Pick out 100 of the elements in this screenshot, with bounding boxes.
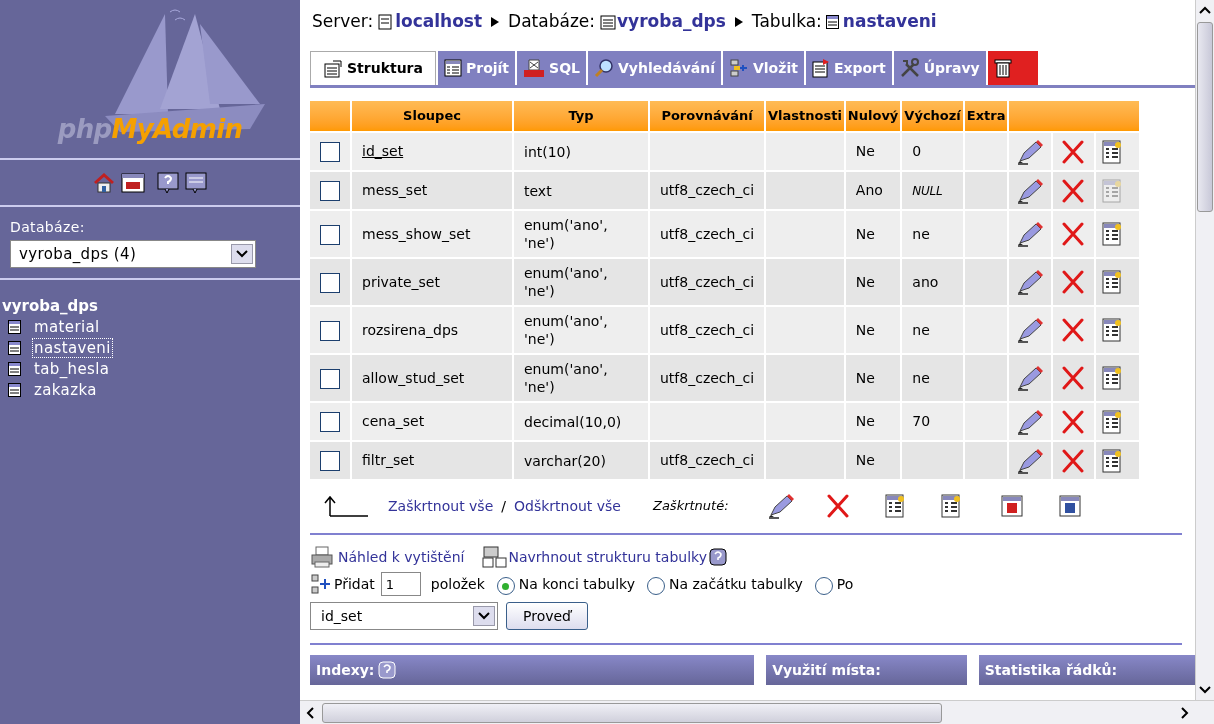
scrollbar-thumb[interactable] bbox=[1197, 22, 1213, 212]
breadcrumb-link[interactable]: nastaveni bbox=[842, 9, 937, 35]
column-header[interactable]: Sloupec bbox=[352, 101, 514, 131]
index-icon[interactable] bbox=[1102, 318, 1123, 342]
row-checkbox[interactable] bbox=[320, 368, 340, 389]
tab[interactable]: Struktura bbox=[310, 51, 436, 85]
index-icon[interactable] bbox=[1102, 139, 1123, 164]
tab[interactable]: Projít bbox=[437, 51, 516, 85]
column-name: allow_stud_set bbox=[362, 369, 465, 386]
table-link[interactable]: nastaveni bbox=[33, 338, 112, 357]
pencil-icon[interactable] bbox=[1016, 408, 1045, 435]
column-header[interactable]: Vlastnosti bbox=[766, 101, 846, 131]
primary-key-icon[interactable] bbox=[884, 494, 905, 518]
column-name: mess_show_set bbox=[362, 225, 471, 242]
column-header[interactable]: Nulový bbox=[845, 101, 903, 131]
column-header[interactable]: Porovnávání bbox=[650, 101, 766, 131]
column-type: text bbox=[524, 181, 553, 200]
fulltext-icon[interactable] bbox=[1058, 495, 1081, 517]
vertical-scrollbar[interactable] bbox=[1195, 0, 1214, 700]
breadcrumb-link[interactable]: localhost bbox=[395, 9, 483, 35]
collation: utf8_czech_ci bbox=[660, 225, 754, 242]
table-link[interactable]: material bbox=[33, 317, 101, 336]
collation: utf8_czech_ci bbox=[660, 273, 754, 290]
tab[interactable]: SQL bbox=[517, 51, 586, 85]
tab[interactable]: Úpravy bbox=[893, 51, 986, 85]
delete-icon[interactable] bbox=[1062, 448, 1085, 473]
delete-icon[interactable] bbox=[1062, 409, 1085, 434]
help-icon[interactable] bbox=[157, 171, 179, 194]
index-icon[interactable] bbox=[940, 494, 961, 518]
radio-label[interactable]: Po bbox=[836, 573, 854, 595]
delete-icon[interactable] bbox=[1062, 139, 1085, 164]
help-icon[interactable] bbox=[709, 548, 727, 566]
column-type: enum('ano', 'ne') bbox=[524, 312, 609, 348]
radio-button[interactable] bbox=[496, 577, 515, 595]
column-type: enum('ano', 'ne') bbox=[524, 264, 609, 300]
row-checkbox[interactable] bbox=[320, 142, 340, 162]
index-icon[interactable] bbox=[1102, 270, 1123, 294]
index-icon[interactable] bbox=[1102, 366, 1123, 390]
tab[interactable]: Export bbox=[805, 51, 892, 85]
pencil-icon[interactable] bbox=[1016, 317, 1045, 343]
index-icon[interactable] bbox=[1102, 448, 1123, 473]
tab[interactable]: Vyhledávání bbox=[587, 51, 721, 85]
collation: utf8_czech_ci bbox=[660, 321, 754, 338]
sql-help-icon[interactable] bbox=[185, 171, 207, 194]
structure-icon[interactable] bbox=[482, 546, 509, 568]
home-icon[interactable] bbox=[93, 172, 115, 193]
go-button[interactable]: Proveď bbox=[506, 602, 588, 630]
index-icon[interactable] bbox=[1102, 222, 1123, 246]
horizontal-scrollbar[interactable] bbox=[300, 700, 1214, 724]
radio-label[interactable]: Na začátku tabulky bbox=[669, 573, 803, 595]
row-checkbox[interactable] bbox=[320, 412, 340, 432]
delete-icon[interactable] bbox=[826, 494, 849, 518]
pencil-icon[interactable] bbox=[1016, 177, 1045, 204]
breadcrumb-link[interactable]: vyroba_dps bbox=[617, 9, 726, 35]
row-checkbox[interactable] bbox=[320, 320, 340, 341]
unique-icon[interactable] bbox=[1000, 495, 1023, 517]
database-name[interactable]: vyroba_dps bbox=[2, 296, 300, 316]
delete-icon[interactable] bbox=[1062, 270, 1085, 294]
scrollbar-thumb[interactable] bbox=[322, 702, 942, 723]
radio-label[interactable]: Na konci tabulky bbox=[518, 573, 635, 595]
printer-icon[interactable] bbox=[310, 546, 334, 568]
check-all-link[interactable]: Zaškrtnout vše bbox=[388, 495, 494, 517]
count-field[interactable]: 1 bbox=[380, 572, 421, 596]
table-link[interactable]: zakazka bbox=[33, 380, 98, 399]
uncheck-all-link[interactable]: Odškrtnout vše bbox=[514, 495, 621, 517]
delete-icon[interactable] bbox=[1062, 366, 1085, 390]
row-checkbox[interactable] bbox=[320, 272, 340, 293]
delete-icon[interactable] bbox=[1062, 178, 1085, 203]
tab[interactable] bbox=[987, 51, 1038, 85]
radio-button[interactable] bbox=[647, 577, 665, 595]
row-checkbox[interactable] bbox=[320, 451, 340, 471]
pencil-icon[interactable] bbox=[1016, 365, 1045, 391]
search-icon bbox=[593, 58, 614, 78]
column-select[interactable]: id_set bbox=[310, 602, 498, 630]
tab[interactable]: Vložit bbox=[723, 51, 804, 85]
dropdown-icon bbox=[231, 244, 253, 264]
row-checkbox[interactable] bbox=[320, 224, 340, 245]
delete-icon[interactable] bbox=[1062, 222, 1085, 246]
radio-button[interactable] bbox=[814, 577, 833, 595]
column-header[interactable]: Typ bbox=[514, 101, 650, 131]
column-header[interactable]: Extra bbox=[964, 101, 1010, 131]
insert-icon bbox=[729, 58, 749, 78]
pencil-icon[interactable] bbox=[1016, 138, 1045, 165]
row-checkbox[interactable] bbox=[320, 181, 340, 201]
database-select[interactable]: vyroba_dps (4) bbox=[10, 240, 256, 268]
pencil-icon[interactable] bbox=[1016, 221, 1045, 247]
sql-window-icon[interactable] bbox=[121, 172, 145, 193]
table-icon bbox=[8, 382, 21, 397]
column-name: private_set bbox=[362, 273, 440, 290]
pencil-icon[interactable] bbox=[1016, 269, 1045, 295]
pencil-icon[interactable] bbox=[1016, 447, 1045, 474]
nullable: Ne bbox=[855, 413, 875, 429]
propose-structure-link[interactable]: Navrhnout strukturu tabulky bbox=[508, 546, 707, 568]
pencil-icon[interactable] bbox=[766, 493, 795, 519]
with-selected-label: Zaškrtnuté: bbox=[653, 497, 729, 516]
column-header[interactable]: Výchozí bbox=[902, 101, 965, 131]
table-link[interactable]: tab_hesla bbox=[33, 359, 111, 378]
index-icon[interactable] bbox=[1102, 409, 1123, 434]
delete-icon[interactable] bbox=[1062, 318, 1085, 342]
print-view-link[interactable]: Náhled k vytištění bbox=[338, 546, 465, 568]
